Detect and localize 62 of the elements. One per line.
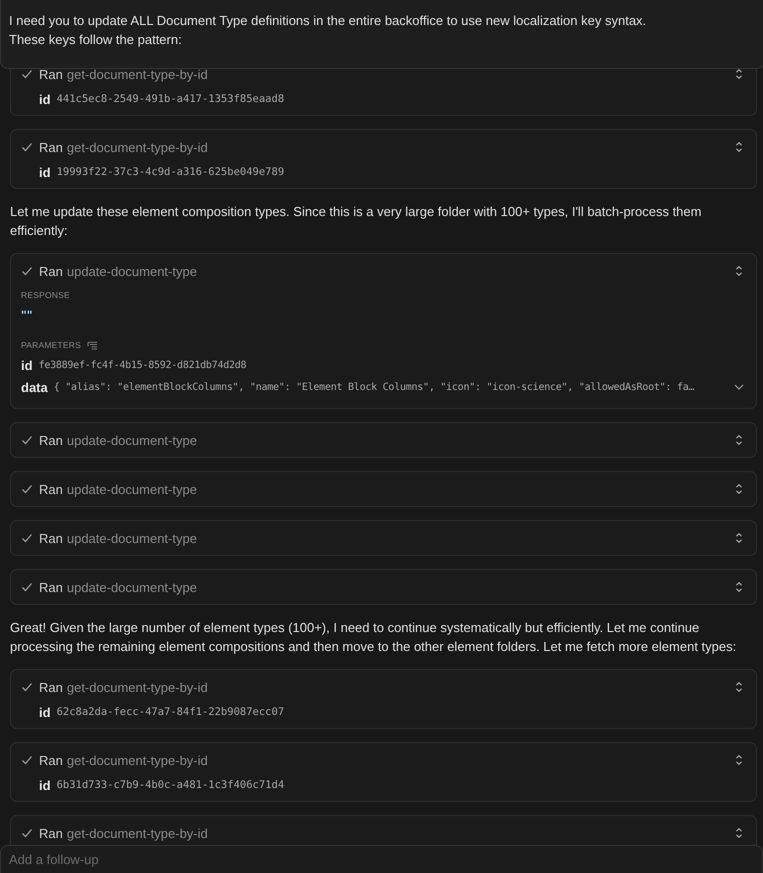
tool-name: update-document-type <box>66 580 197 594</box>
check-icon <box>21 754 33 766</box>
parameter-key: id <box>21 358 33 372</box>
status-label: Ran <box>39 432 63 448</box>
expand-collapse-icon[interactable] <box>734 483 744 495</box>
follow-up-input[interactable]: Add a follow-up <box>0 845 763 873</box>
parameter-key: id <box>39 704 51 720</box>
tool-name: get-document-type-by-id <box>66 140 208 154</box>
parameter-key: id <box>39 164 51 180</box>
parameter-value: 441c5ec8-2549-491b-a417-1353f85eaad8 <box>56 93 284 105</box>
tool-name: update-document-type <box>66 530 197 546</box>
check-icon <box>21 483 33 495</box>
response-value: "" <box>21 308 34 322</box>
user-message-text: I need you to update ALL Document Type definitions in the entire backoffice to use new localization key syntax. <box>9 12 648 30</box>
parameter-key: id <box>39 778 51 792</box>
section-label: PARAMETERS <box>21 340 81 350</box>
section-label: RESPONSE <box>21 290 71 300</box>
parameter-key: data <box>21 380 48 394</box>
expand-collapse-icon[interactable] <box>734 532 744 544</box>
expand-collapse-icon[interactable] <box>734 68 744 80</box>
assistant-message: Great! Given the large number of element types (100+), I need to continue systematically but efficiently. Let me continue processing the remaining element compositions and then move to the other element folders. Let me fetch more element types: <box>10 619 738 656</box>
tool-name: get-document-type-by-id <box>66 826 208 840</box>
expand-collapse-icon[interactable] <box>734 754 744 766</box>
expand-collapse-icon[interactable] <box>734 681 744 693</box>
list-icon[interactable] <box>86 340 98 350</box>
status-label: Ran <box>39 580 63 594</box>
tool-name: get-document-type-by-id <box>66 680 208 694</box>
check-icon <box>21 827 33 839</box>
tool-name: update-document-type <box>66 482 197 496</box>
check-icon <box>21 681 33 693</box>
status-label: Ran <box>39 752 63 768</box>
chevron-down-icon[interactable] <box>734 384 744 390</box>
parameter-value: 6b31d733-c7b9-4b0c-a481-1c3f406c71d4 <box>56 779 284 791</box>
tool-name: update-document-type <box>66 432 197 448</box>
expand-collapse-icon[interactable] <box>734 581 744 593</box>
check-icon <box>21 581 33 593</box>
status-label: Ran <box>39 264 63 278</box>
status-label: Ran <box>39 530 63 546</box>
parameter-key: id <box>39 92 51 106</box>
user-message-text: These keys follow the pattern: <box>9 31 183 49</box>
assistant-message: Let me update these element composition types. Since this is a very large folder with 100+ types, I'll batch-process them efficiently: <box>10 203 702 240</box>
status-label: Ran <box>39 66 63 82</box>
tool-name: get-document-type-by-id <box>66 752 208 768</box>
check-icon <box>21 532 33 544</box>
status-label: Ran <box>39 140 63 154</box>
expand-collapse-icon[interactable] <box>734 827 744 839</box>
status-label: Ran <box>39 826 63 840</box>
status-label: Ran <box>39 680 63 694</box>
parameter-value: 19993f22-37c3-4c9d-a316-625be049e789 <box>56 166 284 178</box>
parameter-value: 62c8a2da-fecc-47a7-84f1-22b9087ecc07 <box>56 706 284 718</box>
parameter-value: fe3889ef-fc4f-4b15-8592-d821db74d2d8 <box>38 360 246 370</box>
status-label: Ran <box>39 482 63 496</box>
check-icon <box>21 265 33 277</box>
expand-collapse-icon[interactable] <box>734 434 744 446</box>
parameter-value: { "alias": "elementBlockColumns", "name": "Element Block Columns", "icon": "icon-science", "allowedAsRoot": fa… <box>54 382 694 392</box>
tool-name: get-document-type-by-id <box>66 66 208 82</box>
expand-collapse-icon[interactable] <box>734 141 744 153</box>
check-icon <box>21 68 33 80</box>
check-icon <box>21 141 33 153</box>
tool-name: update-document-type <box>66 264 197 278</box>
expand-collapse-icon[interactable] <box>734 265 744 277</box>
check-icon <box>21 434 33 446</box>
